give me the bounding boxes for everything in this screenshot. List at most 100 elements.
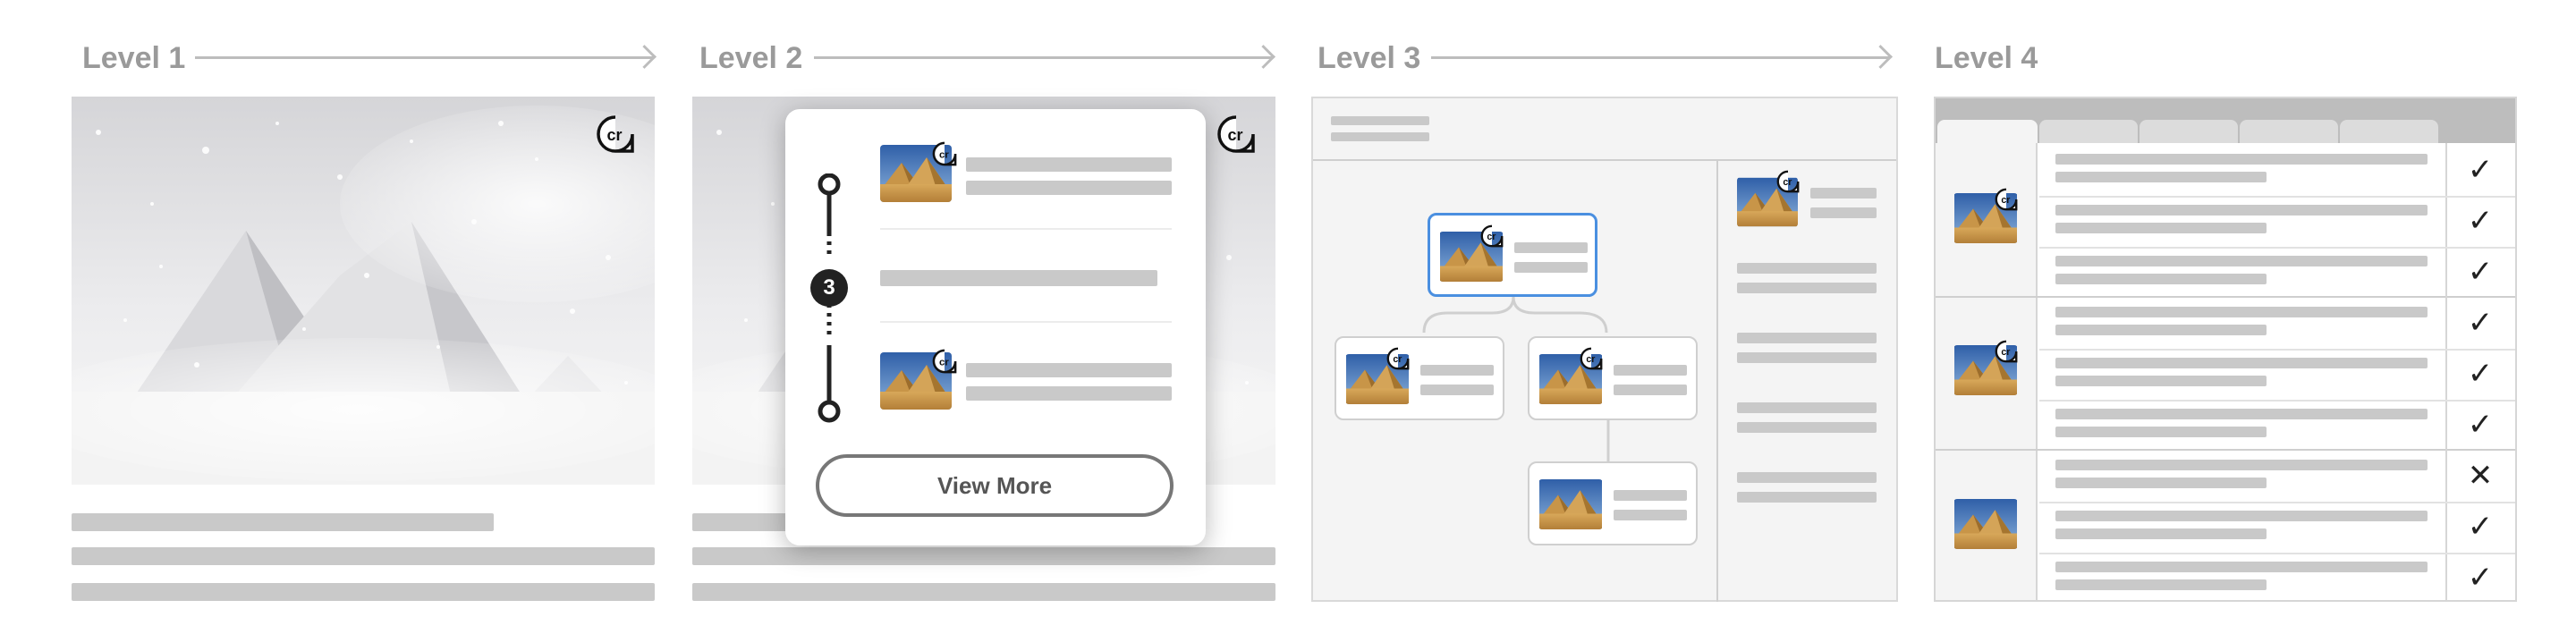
node-text-bar	[1514, 242, 1588, 253]
cr-badge-text: cr	[939, 149, 949, 160]
divider	[880, 321, 1172, 323]
caption-bar-2	[72, 547, 655, 565]
row-text-bar	[2055, 427, 2267, 437]
tab-active[interactable]	[1937, 120, 2038, 143]
sidebar-text-bar	[1810, 207, 1877, 218]
check-icon: ✓	[2467, 254, 2494, 290]
cr-badge-icon: cr	[1480, 224, 1504, 248]
cr-badge-icon: cr	[1995, 340, 2018, 363]
tree-node[interactable]	[1528, 461, 1698, 545]
level-1-arrow	[195, 56, 653, 59]
level-3-title: Level 3	[1318, 40, 1421, 75]
row-divider	[2039, 502, 2515, 503]
row-text-bar	[2055, 409, 2428, 419]
tree-node-selected[interactable]: cr	[1428, 213, 1597, 297]
check-icon: ✓	[2467, 509, 2494, 545]
item-text-bar	[966, 157, 1172, 172]
level-4-title: Level 4	[1935, 40, 2038, 75]
level-3-layout-panel: cr cr cr cr	[1311, 97, 1898, 602]
row-text-bar	[2055, 205, 2428, 216]
item-text-bar	[966, 363, 1172, 377]
level-1-title: Level 1	[82, 40, 186, 75]
caption-bar-2	[692, 547, 1275, 565]
cr-badge-icon: cr	[596, 114, 635, 154]
cr-badge-icon: cr	[932, 349, 957, 374]
expanded-popup-card: 3 cr cr View More	[785, 109, 1206, 545]
status-column	[2445, 143, 2447, 600]
row-text-bar	[2055, 358, 2428, 368]
node-text-bar	[1614, 385, 1687, 395]
node-text-bar	[1420, 365, 1494, 376]
row-text-bar	[2055, 172, 2267, 182]
tree-node[interactable]: cr	[1528, 336, 1698, 420]
tab[interactable]	[2240, 120, 2338, 143]
collapsed-items-bar	[880, 270, 1157, 286]
pyramid-thumbnail	[1953, 499, 2018, 549]
item-text-bar	[966, 386, 1172, 401]
tab[interactable]	[2039, 120, 2138, 143]
sidebar-text-bar	[1737, 283, 1877, 293]
check-icon: ✓	[2467, 203, 2494, 239]
cr-badge-icon: cr	[1995, 188, 2018, 211]
sidebar-text-bar	[1737, 352, 1877, 363]
cr-badge-icon: cr	[1216, 114, 1256, 154]
caption-bar-1	[692, 513, 800, 531]
node-text-bar	[1614, 510, 1687, 520]
check-icon: ✓	[2467, 560, 2494, 596]
group-divider	[1936, 449, 2515, 451]
pyramid-thumbnail	[1538, 479, 1603, 529]
step-count-badge: 3	[810, 269, 848, 307]
row-text-bar	[2055, 307, 2428, 317]
node-text-bar	[1614, 490, 1687, 501]
sidebar-text-bar	[1737, 472, 1877, 483]
row-text-bar	[2055, 256, 2428, 266]
divider	[880, 228, 1172, 230]
row-divider	[2039, 247, 2515, 249]
caption-bar-3	[72, 583, 655, 601]
cr-badge-icon: cr	[932, 141, 957, 166]
level-1-header: Level 1	[82, 36, 185, 80]
sidebar-text-bar	[1737, 422, 1877, 433]
level-3-header: Level 3	[1318, 36, 1420, 80]
cr-badge-text: cr	[1783, 177, 1792, 188]
row-text-bar	[2055, 274, 2267, 284]
level-2-arrow	[814, 56, 1272, 59]
cr-badge-text: cr	[1227, 126, 1242, 144]
row-text-bar	[2055, 511, 2428, 521]
level-2-title: Level 2	[699, 40, 803, 75]
sidebar-text-bar	[1737, 333, 1877, 343]
cr-badge-text: cr	[1487, 232, 1496, 242]
node-text-bar	[1614, 365, 1687, 376]
cr-badge-text: cr	[1586, 354, 1595, 365]
level-3-arrow	[1431, 56, 1889, 59]
check-icon: ✓	[2467, 152, 2494, 188]
cr-badge-icon: cr	[1386, 347, 1410, 370]
cross-icon: ✕	[2467, 458, 2494, 494]
caption-bar-1	[72, 513, 494, 531]
cr-badge-icon: cr	[1776, 170, 1800, 193]
row-text-bar	[2055, 223, 2267, 233]
level-4-header: Level 4	[1935, 36, 2038, 80]
row-divider	[2039, 196, 2515, 198]
cr-badge-text: cr	[2001, 347, 2010, 358]
row-text-bar	[2055, 325, 2267, 335]
tab[interactable]	[2340, 120, 2438, 143]
node-text-bar	[1420, 385, 1494, 395]
check-icon: ✓	[2467, 305, 2494, 341]
cr-badge-text: cr	[1393, 354, 1402, 365]
check-icon: ✓	[2467, 356, 2494, 392]
row-text-bar	[2055, 528, 2267, 539]
cr-badge-text: cr	[939, 357, 949, 368]
row-text-bar	[2055, 478, 2267, 488]
tree-node[interactable]: cr	[1335, 336, 1504, 420]
sidebar-text-bar	[1737, 402, 1877, 413]
row-text-bar	[2055, 460, 2428, 470]
cr-badge-text: cr	[2001, 195, 2010, 206]
caption-bar-3	[692, 583, 1275, 601]
view-more-button[interactable]: View More	[816, 454, 1174, 517]
level-2-header: Level 2	[699, 36, 802, 80]
sidebar-text-bar	[1737, 263, 1877, 274]
row-text-bar	[2055, 562, 2428, 572]
row-divider	[2039, 553, 2515, 554]
tab[interactable]	[2140, 120, 2238, 143]
